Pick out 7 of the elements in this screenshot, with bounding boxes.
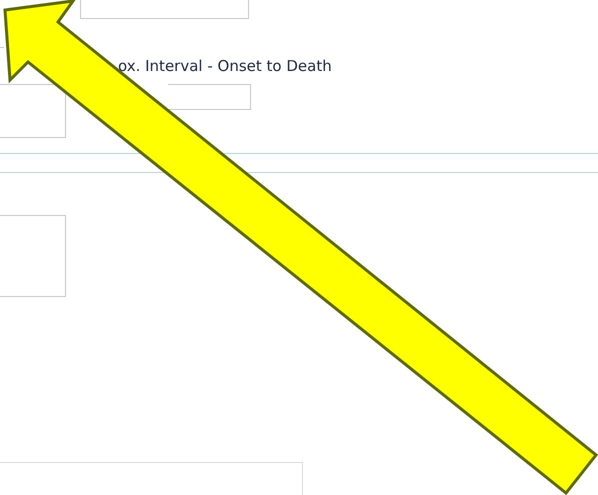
input-field[interactable] xyxy=(0,84,66,138)
input-field[interactable] xyxy=(0,215,66,297)
input-field[interactable] xyxy=(168,84,251,110)
input-field[interactable] xyxy=(80,0,249,19)
input-field[interactable] xyxy=(0,462,303,495)
arrow-icon xyxy=(3,0,598,495)
field-label: ox. Interval - Onset to Death xyxy=(118,57,332,75)
